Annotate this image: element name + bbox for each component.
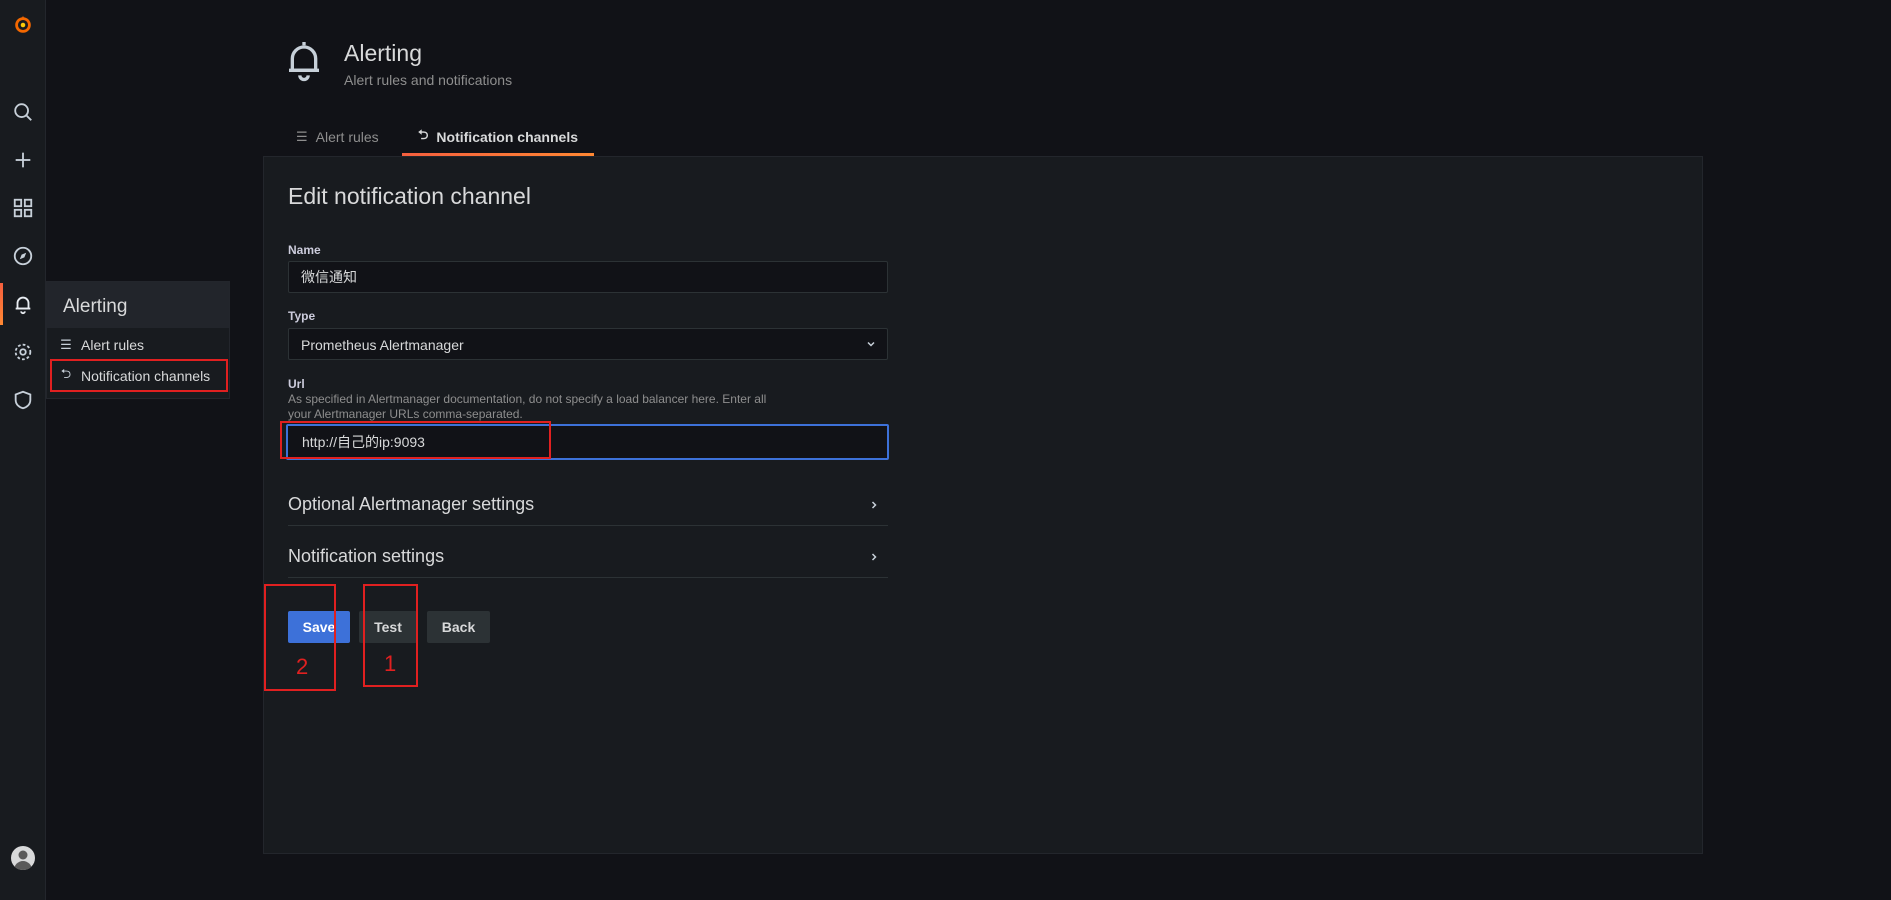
name-label: Name xyxy=(288,243,321,257)
name-input[interactable] xyxy=(288,261,888,293)
grafana-logo-icon[interactable] xyxy=(0,2,46,48)
annotation-box-url xyxy=(280,421,551,459)
url-label: Url xyxy=(288,377,305,391)
annotation-number-2: 2 xyxy=(296,654,309,679)
annotation-number-1: 1 xyxy=(384,651,397,676)
chevron-right-icon xyxy=(871,501,877,509)
annotation-box-submenu xyxy=(50,359,228,392)
side-nav xyxy=(0,0,46,900)
page-title: Alerting xyxy=(344,40,422,66)
optional-settings-section[interactable]: Optional Alertmanager settings xyxy=(288,486,888,526)
submenu-item-label: Alert rules xyxy=(81,337,145,353)
gear-icon[interactable] xyxy=(0,329,46,375)
edit-channel-panel: Edit notification channel Name Type Prom… xyxy=(263,156,1703,854)
tab-label: Notification channels xyxy=(436,129,578,145)
bell-icon xyxy=(289,41,319,82)
plus-icon[interactable] xyxy=(0,137,46,183)
submenu-item-alert-rules[interactable]: ☰ Alert rules xyxy=(57,332,144,358)
notification-settings-section[interactable]: Notification settings xyxy=(288,538,888,578)
tab-label: Alert rules xyxy=(315,129,379,145)
form-title: Edit notification channel xyxy=(288,183,531,209)
list-icon: ☰ xyxy=(60,337,72,352)
back-button[interactable]: Back xyxy=(427,611,490,643)
shield-icon[interactable] xyxy=(0,377,46,423)
explore-icon[interactable] xyxy=(0,233,46,279)
comment-alt-share-icon: ⮌ xyxy=(418,127,429,142)
section-label: Optional Alertmanager settings xyxy=(288,494,535,514)
type-select-value: Prometheus Alertmanager xyxy=(301,337,464,353)
type-select[interactable]: Prometheus Alertmanager xyxy=(288,328,888,360)
chevron-right-icon xyxy=(871,553,877,561)
chevron-down-icon xyxy=(867,341,875,347)
dashboards-icon[interactable] xyxy=(0,185,46,231)
user-avatar[interactable] xyxy=(11,846,35,870)
tab-alert-rules[interactable]: ☰ Alert rules xyxy=(296,118,379,156)
tab-notification-channels[interactable]: ⮌ Notification channels xyxy=(402,118,594,156)
bell-icon[interactable] xyxy=(0,281,46,327)
search-icon[interactable] xyxy=(0,89,46,135)
list-icon: ☰ xyxy=(296,129,308,144)
section-label: Notification settings xyxy=(288,546,445,566)
url-description: As specified in Alertmanager documentati… xyxy=(288,392,767,421)
type-label: Type xyxy=(288,309,316,323)
submenu-title[interactable]: Alerting xyxy=(47,282,229,328)
page-subtitle: Alert rules and notifications xyxy=(344,72,513,88)
